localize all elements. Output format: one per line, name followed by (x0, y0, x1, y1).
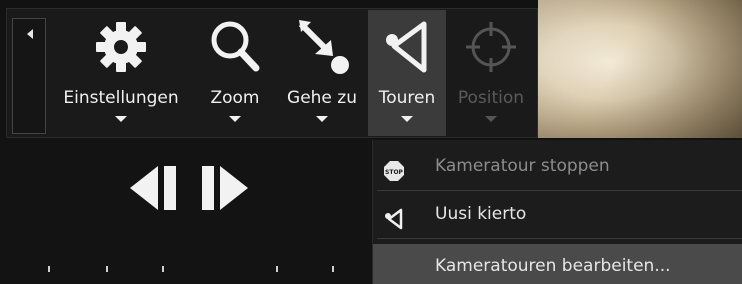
tours-dropdown-menu: STOP Kameratour stoppen Uusi kierto Kame… (372, 140, 742, 284)
timeline-tick (276, 266, 278, 272)
position-button[interactable]: Position (448, 10, 534, 136)
timeline-tick (106, 266, 108, 272)
menu-divider (377, 238, 742, 239)
collapse-toolbar-button[interactable] (12, 18, 46, 134)
step-forward-icon[interactable] (200, 164, 252, 216)
menu-divider (377, 190, 742, 191)
chevron-down-icon (115, 116, 127, 122)
chevron-down-icon (401, 116, 413, 122)
tour-icon (383, 203, 405, 230)
goto-label: Gehe zu (287, 88, 357, 108)
playback-panel (0, 138, 372, 284)
timeline-tick (162, 266, 164, 272)
timeline-tick (48, 266, 50, 272)
camera-viewer: Einstellungen Zoom Gehe zu Touren Positi… (0, 0, 742, 284)
magnifier-icon (196, 16, 274, 78)
position-label: Position (457, 88, 525, 108)
chevron-down-icon (485, 116, 497, 122)
edit-camera-tours-item[interactable]: Kameratouren bearbeiten... (373, 244, 742, 284)
gear-icon (50, 16, 192, 78)
crosshair-icon (448, 16, 534, 78)
new-tour-item[interactable]: Uusi kierto (373, 192, 742, 236)
edit-camera-tours-label: Kameratouren bearbeiten... (435, 256, 671, 276)
chevron-down-icon (229, 116, 241, 122)
tour-icon (368, 16, 446, 78)
goto-button[interactable]: Gehe zu (278, 10, 366, 136)
zoom-button[interactable]: Zoom (196, 10, 274, 136)
camera-video-feed[interactable] (538, 0, 742, 138)
new-tour-label: Uusi kierto (435, 204, 527, 224)
tours-button[interactable]: Touren (368, 10, 446, 136)
settings-button[interactable]: Einstellungen (50, 10, 192, 136)
chevron-down-icon (316, 116, 328, 122)
video-frame (538, 0, 742, 138)
tours-label: Touren (378, 88, 436, 108)
goto-arrow-icon (278, 16, 366, 78)
zoom-label: Zoom (210, 88, 260, 108)
timeline-tick (332, 266, 334, 272)
stop-camera-tour-item[interactable]: STOP Kameratour stoppen (373, 144, 742, 188)
svg-text:STOP: STOP (385, 169, 404, 176)
step-back-icon[interactable] (128, 164, 180, 216)
stop-camera-tour-label: Kameratour stoppen (435, 156, 610, 176)
triangle-left-icon (27, 29, 33, 39)
settings-label: Einstellungen (63, 88, 179, 108)
stop-sign-icon: STOP (383, 155, 405, 181)
